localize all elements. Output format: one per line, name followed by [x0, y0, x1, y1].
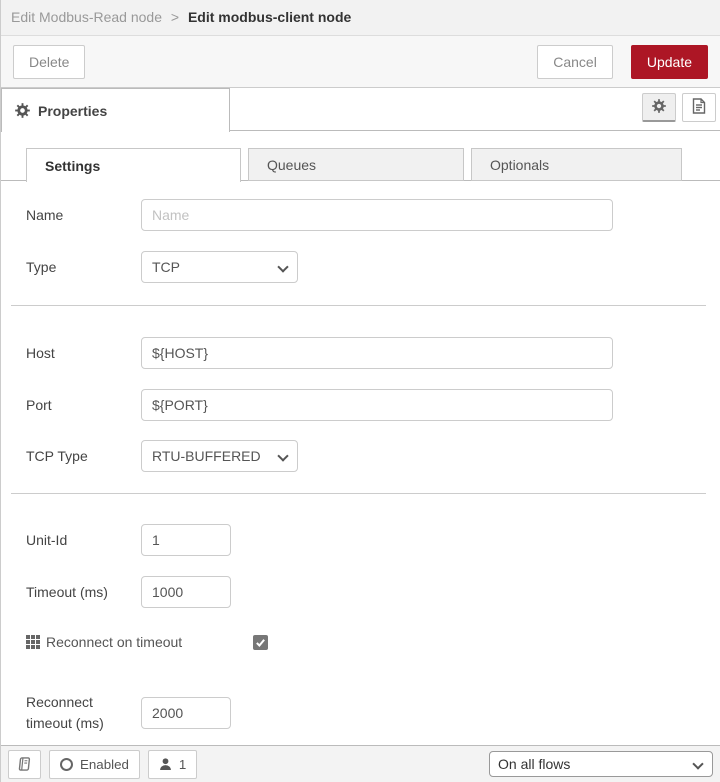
- host-row: Host: [1, 337, 720, 369]
- port-row: Port: [1, 389, 720, 421]
- host-input[interactable]: [141, 337, 613, 369]
- reconnect-on-timeout-label-group: Reconnect on timeout: [26, 634, 253, 650]
- type-select[interactable]: TCP: [141, 251, 298, 283]
- timeout-row: Timeout (ms): [1, 576, 720, 608]
- user-count: 1: [178, 756, 187, 772]
- edit-node-dialog: Edit Modbus-Read node > Edit modbus-clie…: [0, 0, 720, 782]
- name-input[interactable]: [141, 199, 613, 231]
- unit-id-row: Unit-Id: [1, 524, 720, 556]
- update-button[interactable]: Update: [630, 44, 708, 79]
- enable-toggle-button[interactable]: Enabled: [49, 749, 140, 779]
- cancel-button[interactable]: Cancel: [537, 44, 613, 79]
- tcp-type-select[interactable]: RTU-BUFFERED: [141, 440, 298, 472]
- tab-bar-actions: [642, 93, 716, 122]
- host-label: Host: [26, 344, 55, 361]
- reconnect-on-timeout-checkbox[interactable]: [253, 634, 268, 650]
- unit-id-input[interactable]: [141, 524, 231, 556]
- type-select-value: TCP: [152, 259, 180, 275]
- tcp-type-select-value: RTU-BUFFERED: [152, 448, 261, 464]
- reconnect-timeout-row: Reconnect timeout (ms): [1, 692, 720, 734]
- tab-properties[interactable]: Properties: [1, 88, 230, 132]
- tab-queues[interactable]: Queues: [248, 148, 464, 181]
- document-icon: [692, 98, 706, 117]
- port-label: Port: [26, 396, 52, 413]
- tab-optionals[interactable]: Optionals: [471, 148, 682, 181]
- edit-properties-button[interactable]: [642, 93, 676, 122]
- unit-id-label: Unit-Id: [26, 531, 68, 548]
- node-description-button[interactable]: [682, 93, 716, 122]
- tab-properties-label: Properties: [38, 102, 108, 119]
- chevron-down-icon: [277, 450, 289, 462]
- user-icon: [159, 757, 172, 771]
- gear-icon: [652, 98, 666, 116]
- section-divider: [11, 493, 706, 494]
- type-label: Type: [26, 258, 57, 275]
- properties-tab-bar: Properties: [1, 88, 720, 132]
- scope-select[interactable]: On all flows: [489, 751, 713, 777]
- timeout-input[interactable]: [141, 576, 231, 608]
- name-row: Name: [1, 199, 720, 231]
- timeout-label: Timeout (ms): [26, 583, 108, 600]
- breadcrumb-separator: >: [170, 9, 180, 25]
- breadcrumb-current: Edit modbus-client node: [187, 9, 352, 25]
- circle-icon: [60, 757, 73, 771]
- settings-tab-bar: Settings Queues Optionals: [1, 148, 720, 182]
- tab-queues-label: Queues: [267, 156, 317, 173]
- node-help-button[interactable]: [8, 749, 41, 779]
- name-label: Name: [26, 206, 64, 223]
- breadcrumb: Edit Modbus-Read node > Edit modbus-clie…: [1, 0, 720, 36]
- user-count-button[interactable]: 1: [147, 749, 198, 779]
- breadcrumb-parent[interactable]: Edit Modbus-Read node: [11, 9, 162, 25]
- delete-button[interactable]: Delete: [13, 44, 86, 79]
- chevron-down-icon: [692, 758, 704, 770]
- tcp-type-label: TCP Type: [26, 447, 88, 464]
- reconnect-on-timeout-label: Reconnect on timeout: [46, 634, 183, 650]
- section-divider: [11, 305, 706, 306]
- grid-icon: [26, 635, 40, 649]
- chevron-down-icon: [277, 261, 289, 273]
- reconnect-on-timeout-row: Reconnect on timeout: [1, 630, 720, 654]
- book-icon: [17, 756, 32, 772]
- enabled-label: Enabled: [80, 756, 129, 772]
- gear-icon: [15, 103, 30, 118]
- reconnect-timeout-input[interactable]: [141, 697, 231, 729]
- check-icon: [256, 638, 265, 647]
- scope-select-value: On all flows: [498, 756, 571, 772]
- tab-optionals-label: Optionals: [490, 156, 550, 173]
- tab-settings-label: Settings: [45, 157, 101, 174]
- tab-settings[interactable]: Settings: [26, 148, 241, 182]
- port-input[interactable]: [141, 389, 613, 421]
- type-row: Type TCP: [1, 251, 720, 283]
- tcp-type-row: TCP Type RTU-BUFFERED: [1, 440, 720, 472]
- dialog-toolbar: Delete Cancel Update: [1, 36, 720, 88]
- reconnect-timeout-label: Reconnect timeout (ms): [26, 694, 104, 731]
- dialog-footer: Enabled 1 On all flows: [1, 745, 720, 782]
